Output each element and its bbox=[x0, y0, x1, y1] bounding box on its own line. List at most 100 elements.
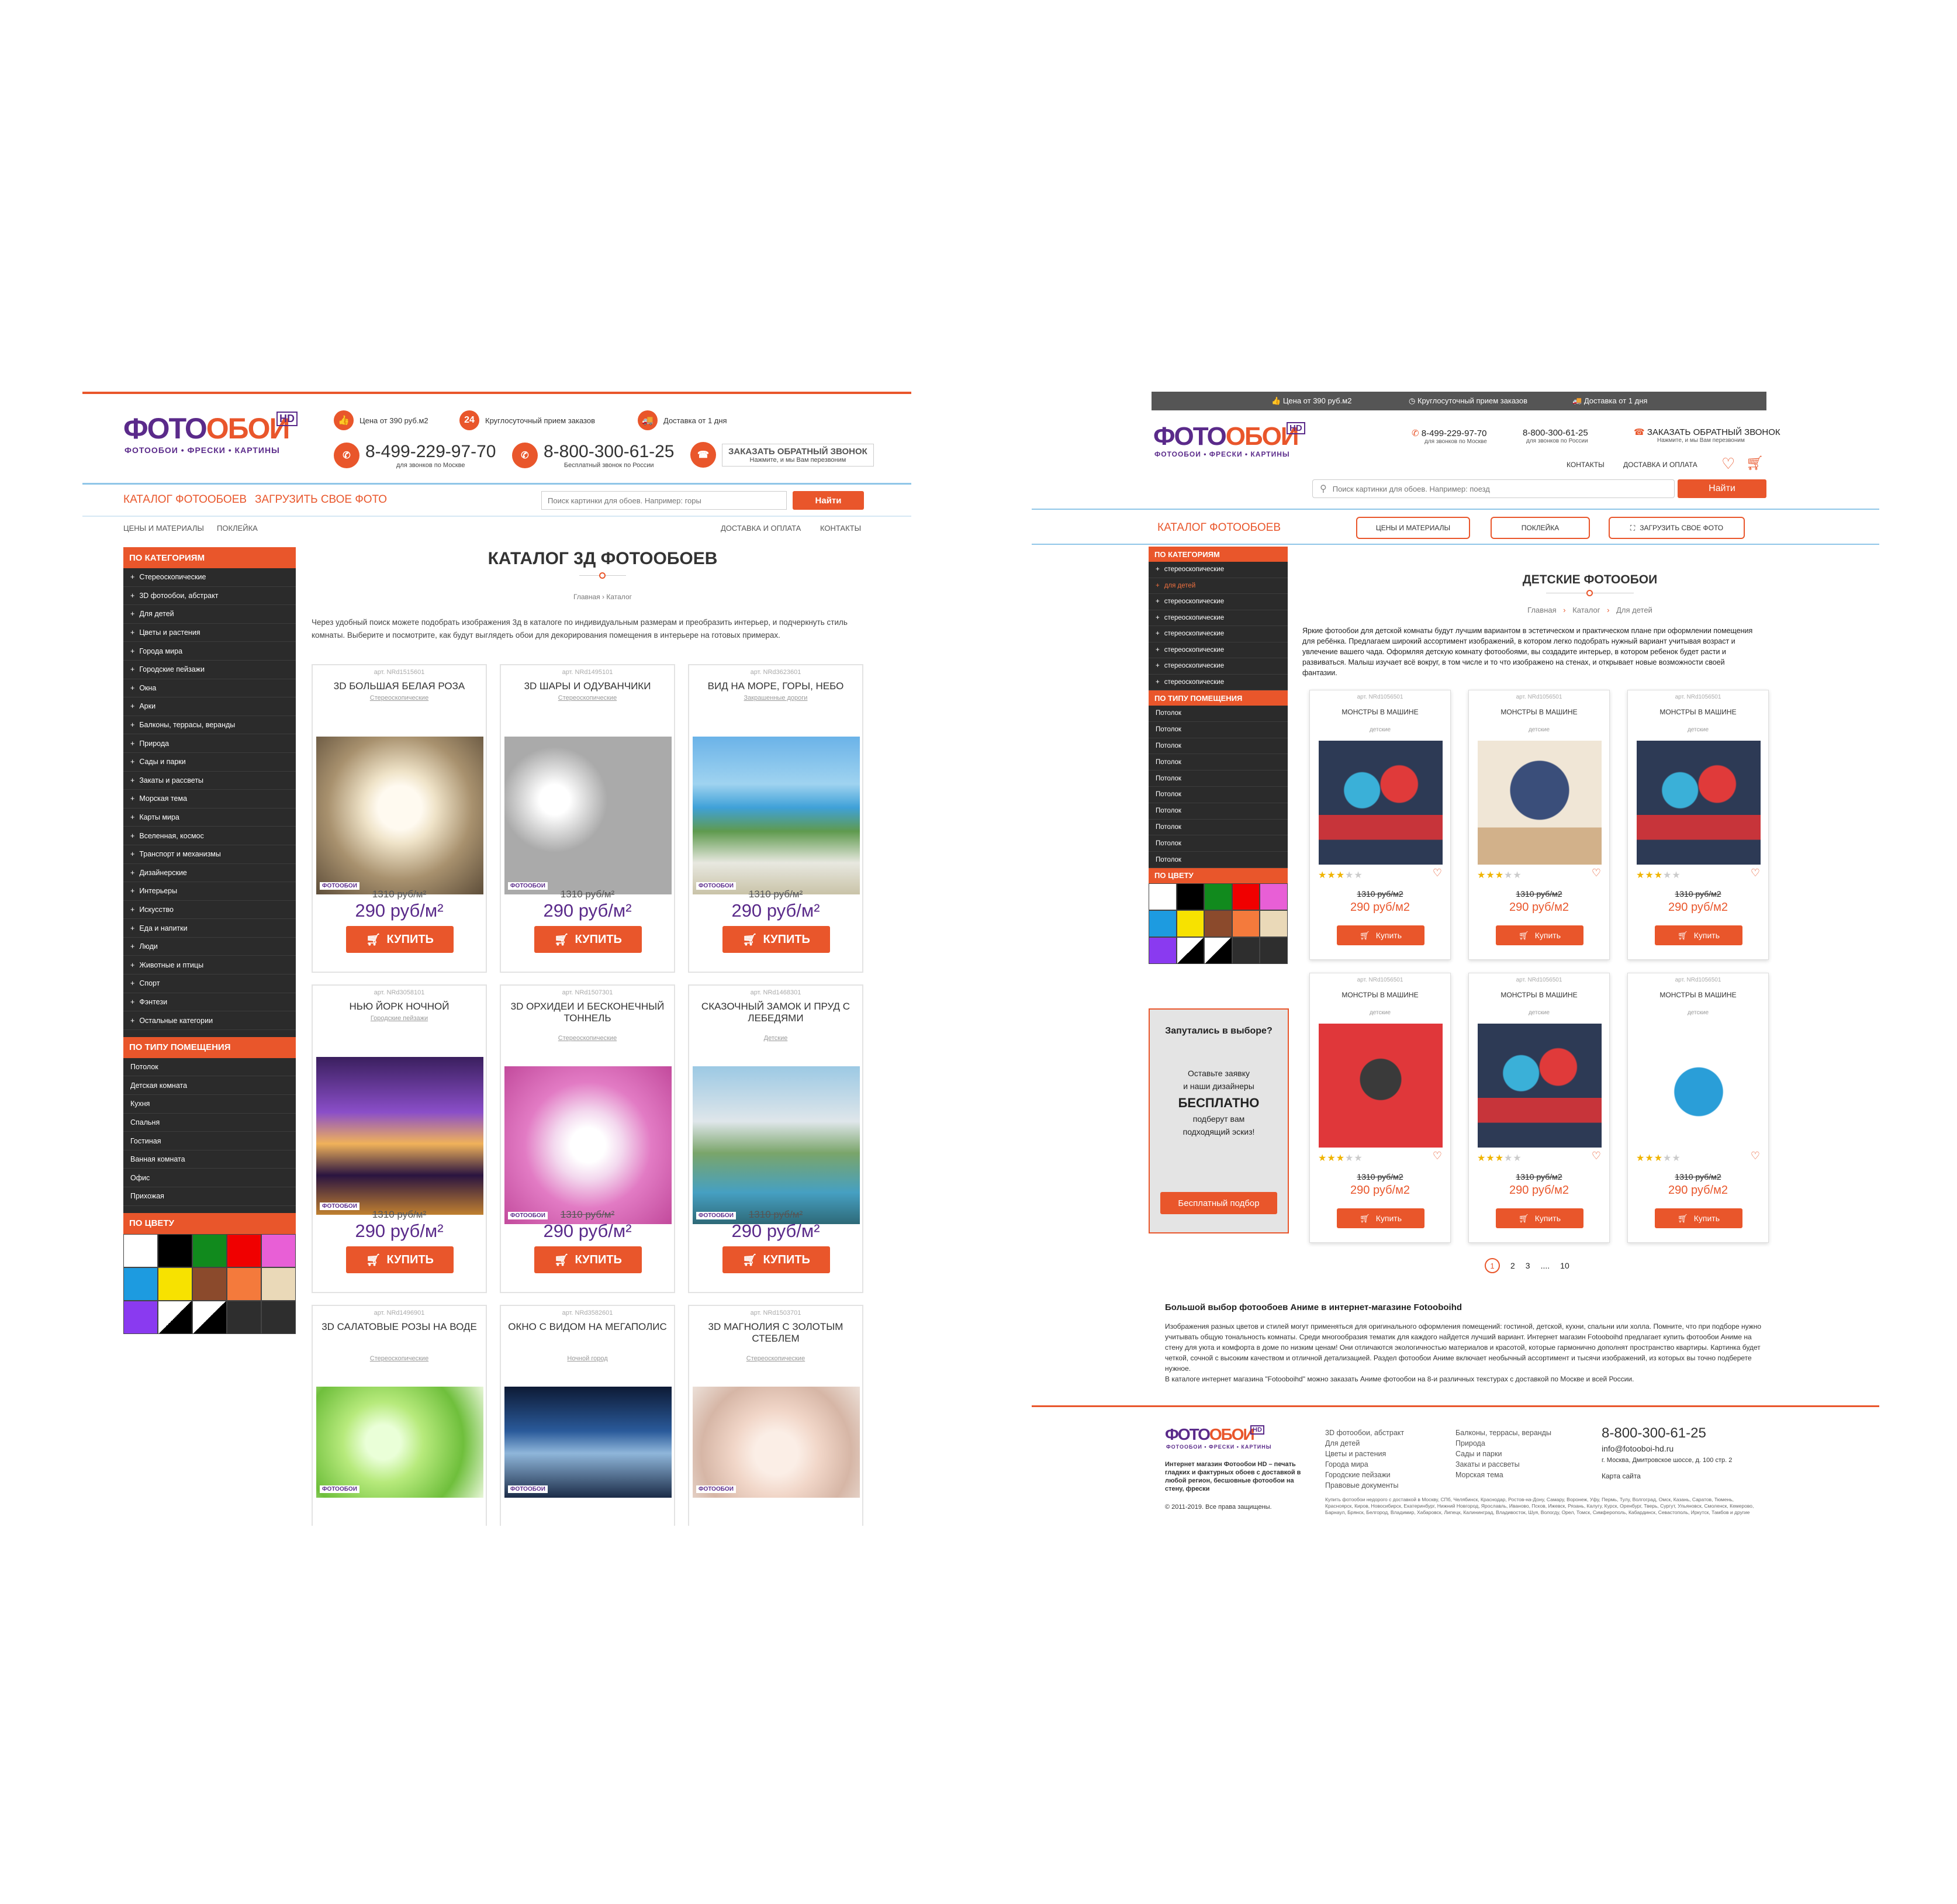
color-swatch[interactable] bbox=[1149, 883, 1177, 910]
sidebar-item[interactable]: + Окна bbox=[123, 679, 296, 698]
sidebar-item[interactable]: Спальня bbox=[123, 1114, 296, 1132]
product-image[interactable]: ФОТООБОИ bbox=[693, 1387, 860, 1498]
buy-button[interactable]: 🛒︎ Купить bbox=[1655, 925, 1742, 945]
sidebar-item[interactable]: + Интерьеры bbox=[123, 882, 296, 901]
product-name[interactable]: 3D ОРХИДЕИ И БЕСКОНЕЧНЫЙ ТОННЕЛЬ bbox=[503, 1001, 672, 1024]
product-name[interactable]: НЬЮ ЙОРК НОЧНОЙ bbox=[315, 1001, 483, 1013]
sidebar-item[interactable]: Потолок bbox=[1149, 722, 1288, 738]
subnav-hanging[interactable]: ПОКЛЕЙКА bbox=[217, 524, 258, 533]
sidebar-item[interactable]: Кухня bbox=[123, 1095, 296, 1114]
subnav-delivery[interactable]: ДОСТАВКА И ОПЛАТА bbox=[721, 524, 801, 533]
sidebar-item[interactable]: + Природа bbox=[123, 734, 296, 753]
sidebar-item[interactable]: Потолок bbox=[123, 1058, 296, 1077]
color-swatch[interactable] bbox=[1176, 883, 1205, 910]
color-swatch[interactable] bbox=[1260, 910, 1288, 937]
heart-icon[interactable]: ♡ bbox=[1751, 867, 1760, 879]
footer-link[interactable]: 3D фотообои, абстракт bbox=[1325, 1428, 1404, 1438]
nav-upload-button[interactable]: ⛶ ЗАГРУЗИТЬ СВОЕ ФОТО bbox=[1609, 517, 1745, 539]
sidebar-item[interactable]: + Цветы и растения bbox=[123, 624, 296, 642]
color-swatch[interactable] bbox=[1176, 910, 1205, 937]
color-swatch[interactable] bbox=[261, 1233, 296, 1267]
sidebar-item[interactable]: + стереоскопические bbox=[1149, 562, 1288, 578]
product-card[interactable]: арт. NRd1503701 3D МАГНОЛИЯ С ЗОЛОТЫМ СТЕ… bbox=[688, 1305, 863, 1526]
footer-link[interactable]: Для детей bbox=[1325, 1438, 1404, 1449]
footer-link[interactable]: Городские пейзажи bbox=[1325, 1470, 1404, 1480]
heart-icon[interactable]: ♡ bbox=[1433, 867, 1442, 879]
product-name[interactable]: СКАЗОЧНЫЙ ЗАМОК И ПРУД С ЛЕБЕДЯМИ bbox=[691, 1001, 860, 1024]
footer-phone[interactable]: 8-800-300-61-25 bbox=[1602, 1425, 1706, 1442]
sidebar-item[interactable]: Офис bbox=[123, 1169, 296, 1187]
product-card[interactable]: арт. NRd3058101 НЬЮ ЙОРК НОЧНОЙ Городские … bbox=[312, 984, 487, 1293]
product-card[interactable]: арт. NRd1496901 3D САЛАТОВЫЕ РОЗЫ НА ВОДЕ… bbox=[312, 1305, 487, 1526]
nav-catalog[interactable]: КАТАЛОГ ФОТООБОЕВ bbox=[123, 493, 247, 506]
product-image[interactable]: ФОТООБОИ bbox=[504, 737, 672, 894]
page-link[interactable]: 10 bbox=[1560, 1261, 1569, 1270]
search-button[interactable]: Найти bbox=[793, 491, 864, 510]
product-category[interactable]: Ночной город bbox=[501, 1355, 674, 1362]
sidebar-item[interactable]: + Вселенная, космос bbox=[123, 827, 296, 845]
product-category[interactable]: Стереоскопические bbox=[313, 1355, 486, 1362]
product-card[interactable]: арт. NRd1507301 3D ОРХИДЕИ И БЕСКОНЕЧНЫЙ … bbox=[500, 984, 675, 1293]
search-button[interactable]: Найти bbox=[1678, 479, 1766, 498]
heart-icon[interactable]: ♡ bbox=[1433, 1150, 1442, 1162]
heart-icon[interactable]: ♡ bbox=[1592, 1150, 1601, 1162]
footer-email[interactable]: info@fotooboi-hd.ru bbox=[1602, 1444, 1674, 1453]
sidebar-item[interactable]: + Для детей bbox=[123, 605, 296, 624]
sidebar-item[interactable]: + стереоскопические bbox=[1149, 658, 1288, 675]
product-category[interactable]: Стереоскопические bbox=[313, 694, 486, 702]
product-name[interactable]: ОКНО С ВИДОМ НА МЕГАПОЛИС bbox=[503, 1321, 672, 1333]
callback-button[interactable]: ☎ ЗАКАЗАТЬ ОБРАТНЫЙ ЗВОНОК Нажмите, и мы … bbox=[1634, 427, 1780, 444]
product-image[interactable] bbox=[1637, 1024, 1761, 1148]
product-image[interactable]: ФОТООБОИ bbox=[693, 737, 860, 894]
buy-button[interactable]: 🛒︎ КУПИТЬ bbox=[722, 1246, 830, 1273]
product-image[interactable]: ФОТООБОИ bbox=[693, 1066, 860, 1224]
search-input[interactable] bbox=[1332, 484, 1660, 493]
buy-button[interactable]: 🛒︎ Купить bbox=[1496, 925, 1583, 945]
product-card[interactable]: арт. NRd1056501 МОНСТРЫ В МАШИНЕ детские ★★… bbox=[1468, 690, 1610, 960]
product-name[interactable]: МОНСТРЫ В МАШИНЕ bbox=[1312, 708, 1448, 716]
free-selection-button[interactable]: Бесплатный подбор bbox=[1160, 1192, 1277, 1214]
product-card[interactable]: арт. NRd3623601 ВИД НА МОРЕ, ГОРЫ, НЕБО За… bbox=[688, 664, 863, 973]
product-name[interactable]: 3D ШАРЫ И ОДУВАНЧИКИ bbox=[503, 680, 672, 692]
sidebar-item[interactable]: + Арки bbox=[123, 697, 296, 716]
heart-icon[interactable]: ♡ bbox=[1592, 867, 1601, 879]
sidebar-item[interactable]: Потолок bbox=[1149, 770, 1288, 787]
product-image[interactable]: ФОТООБОИ bbox=[504, 1066, 672, 1224]
product-category[interactable]: детские bbox=[1469, 1010, 1609, 1016]
sidebar-item[interactable]: Потолок bbox=[1149, 754, 1288, 771]
product-card[interactable]: арт. NRd1056501 МОНСТРЫ В МАШИНЕ детские ★★… bbox=[1468, 973, 1610, 1243]
heart-icon[interactable]: ♡ bbox=[1751, 1150, 1760, 1162]
buy-button[interactable]: 🛒︎ Купить bbox=[1655, 1208, 1742, 1228]
product-category[interactable]: Детские bbox=[689, 1035, 862, 1042]
color-swatch[interactable] bbox=[123, 1267, 158, 1301]
product-name[interactable]: 3D МАГНОЛИЯ С ЗОЛОТЫМ СТЕБЛЕМ bbox=[691, 1321, 860, 1345]
cart-icon[interactable]: 🛒︎ bbox=[1746, 455, 1764, 472]
search-input[interactable] bbox=[541, 491, 787, 510]
color-swatch[interactable] bbox=[261, 1300, 296, 1334]
sidebar-item[interactable]: Ванная комната bbox=[123, 1150, 296, 1169]
color-swatch[interactable] bbox=[158, 1233, 192, 1267]
buy-button[interactable]: 🛒︎ КУПИТЬ bbox=[534, 1246, 642, 1273]
color-swatch[interactable] bbox=[1204, 937, 1232, 964]
footer-link[interactable]: Природа bbox=[1455, 1438, 1551, 1449]
color-swatch[interactable] bbox=[1232, 883, 1260, 910]
subnav-prices[interactable]: ЦЕНЫ И МАТЕРИАЛЫ bbox=[123, 524, 204, 533]
sidebar-item[interactable]: + Дизайнерские bbox=[123, 864, 296, 883]
phone-moscow[interactable]: ✆ 8-499-229-97-70 для звонков по Москве bbox=[334, 442, 496, 469]
footer-sitemap[interactable]: Карта сайта bbox=[1602, 1472, 1641, 1480]
footer-link[interactable]: Правовые документы bbox=[1325, 1480, 1404, 1491]
product-card[interactable]: арт. NRd3582601 ОКНО С ВИДОМ НА МЕГАПОЛИС… bbox=[500, 1305, 675, 1526]
product-image[interactable] bbox=[1319, 741, 1443, 865]
sidebar-item[interactable]: Детская комната bbox=[123, 1076, 296, 1096]
product-category[interactable]: детские bbox=[1628, 1010, 1768, 1016]
color-swatch[interactable] bbox=[1232, 910, 1260, 937]
buy-button[interactable]: 🛒︎ КУПИТЬ bbox=[346, 926, 454, 953]
heart-icon[interactable]: ♡ bbox=[1721, 455, 1735, 473]
phone-moscow[interactable]: ✆ 8-499-229-97-70 для звонков по Москве bbox=[1412, 428, 1487, 445]
color-swatch[interactable] bbox=[1260, 937, 1288, 964]
sidebar-item[interactable]: + для детей bbox=[1149, 578, 1288, 594]
nav-hanging-button[interactable]: ПОКЛЕЙКА bbox=[1491, 517, 1590, 539]
color-swatch[interactable] bbox=[1149, 937, 1177, 964]
breadcrumb-home[interactable]: Главная bbox=[1527, 606, 1556, 614]
breadcrumb-catalog[interactable]: Каталог bbox=[1572, 606, 1600, 614]
